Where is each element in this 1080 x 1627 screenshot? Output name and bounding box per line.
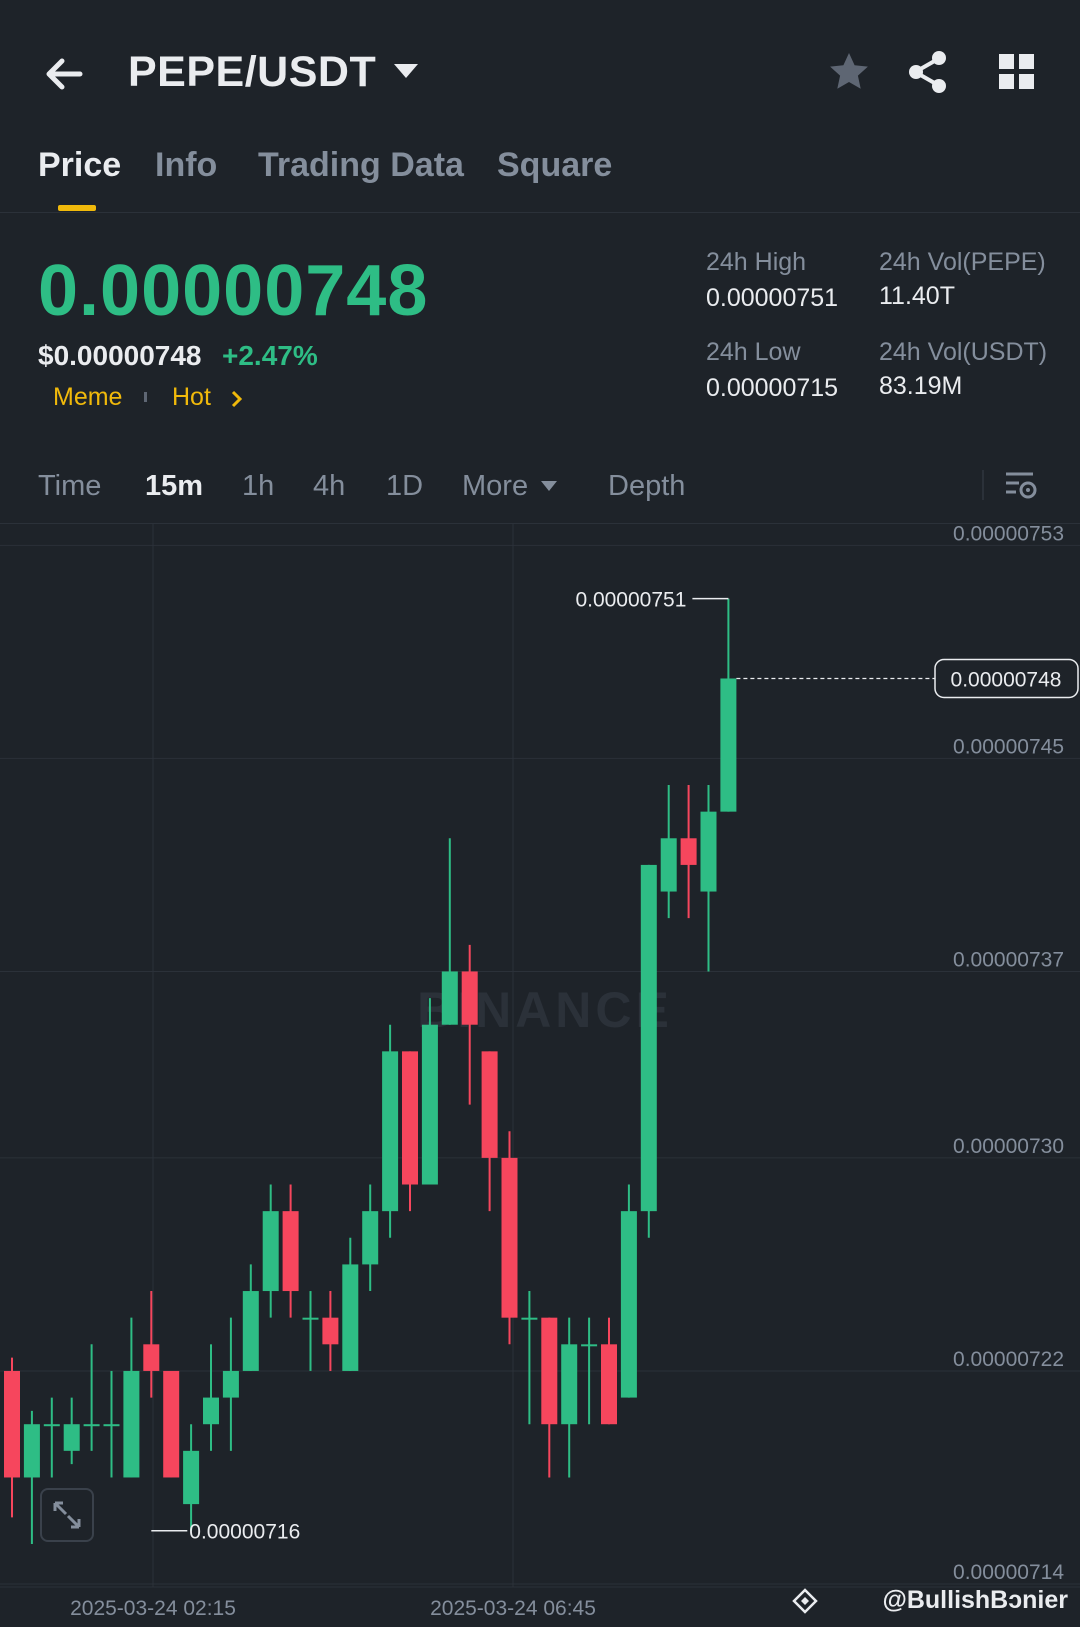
interval-1h[interactable]: 1h	[242, 470, 274, 503]
last-price-badge-label: 0.00000748	[951, 668, 1062, 691]
vol-base-value: 11.40T	[879, 282, 955, 310]
tag-hot[interactable]: Hot	[172, 383, 211, 412]
candle-body	[63, 1424, 80, 1451]
tag-meme[interactable]: Meme	[53, 383, 122, 412]
candle-body	[4, 1370, 20, 1478]
candle-body	[342, 1264, 359, 1371]
tab-square[interactable]: Square	[497, 146, 612, 185]
high-value: 0.00000751	[706, 284, 839, 312]
y-tick-label: 0.00000745	[953, 735, 1064, 758]
candle-body	[680, 838, 697, 865]
interval-more[interactable]: More	[462, 470, 528, 503]
interval-separator	[982, 470, 984, 500]
candle-body	[421, 1024, 438, 1185]
high-label: 24h High	[706, 248, 807, 276]
candle-body	[601, 1344, 617, 1425]
more-caret-icon[interactable]	[541, 481, 557, 491]
tag-separator	[144, 392, 147, 402]
active-tab-indicator	[58, 205, 96, 211]
candle-body	[620, 1211, 637, 1398]
candle-body	[481, 1051, 498, 1158]
tabs-divider	[0, 212, 1080, 213]
candle-body	[362, 1211, 379, 1265]
candle-body	[501, 1157, 518, 1318]
chevron-right-icon[interactable]	[230, 389, 244, 409]
candle-body	[203, 1397, 219, 1425]
change-percent: +2.47%	[222, 340, 318, 371]
watermark-handle: @BullishBɔnier	[882, 1586, 1068, 1614]
share-icon[interactable]	[904, 48, 952, 96]
low-marker-label: 0.00000716	[189, 1521, 300, 1544]
candle-body	[700, 811, 717, 892]
binance-logo-icon	[792, 1588, 818, 1614]
tab-info[interactable]: Info	[155, 146, 217, 185]
usd-price: $0.00000748	[38, 340, 202, 371]
candle-body	[163, 1370, 180, 1478]
candle-body	[242, 1291, 259, 1371]
back-arrow-icon[interactable]	[40, 50, 88, 98]
dropdown-caret-icon[interactable]	[394, 64, 418, 78]
candle-body	[581, 1344, 598, 1347]
candle-body	[720, 678, 737, 812]
candle-body	[322, 1317, 339, 1345]
candle-body	[183, 1450, 200, 1505]
y-tick-label: 0.00000722	[953, 1348, 1064, 1371]
low-value: 0.00000715	[706, 374, 839, 402]
candle-body	[43, 1424, 60, 1427]
candle-body	[262, 1211, 279, 1292]
candle-body	[461, 971, 478, 1025]
top-bar: PEPE/USDT	[0, 0, 1080, 140]
interval-1d[interactable]: 1D	[386, 470, 423, 503]
depth-tab[interactable]: Depth	[608, 470, 685, 503]
candle-body	[282, 1211, 299, 1292]
low-label: 24h Low	[706, 338, 801, 366]
candle-body	[541, 1317, 558, 1425]
y-tick-label: 0.00000737	[953, 948, 1064, 971]
star-icon[interactable]	[825, 48, 873, 96]
high-marker-label: 0.00000751	[575, 589, 686, 612]
chart-settings-icon[interactable]	[1003, 468, 1039, 504]
candle-body	[382, 1051, 399, 1212]
vol-quote-value: 83.19M	[879, 372, 963, 400]
candle-body	[402, 1051, 418, 1185]
x-tick-label: 2025-03-24 06:45	[430, 1597, 596, 1620]
candle-body	[561, 1344, 578, 1425]
candle-body	[521, 1317, 538, 1320]
candle-body	[222, 1370, 239, 1398]
candle-body	[143, 1344, 160, 1371]
expand-chart-button[interactable]	[40, 1488, 94, 1542]
pair-selector[interactable]: PEPE/USDT	[128, 48, 376, 97]
tab-price[interactable]: Price	[38, 146, 121, 185]
vol-base-label: 24h Vol(PEPE)	[879, 248, 1046, 276]
last-price: 0.00000748	[38, 251, 429, 331]
x-tick-label: 2025-03-24 02:15	[70, 1597, 236, 1620]
expand-icon	[53, 1501, 81, 1529]
tab-trading-data[interactable]: Trading Data	[258, 146, 464, 185]
candle-body	[660, 838, 677, 892]
y-tick-label: 0.00000730	[953, 1135, 1064, 1158]
candle-body	[23, 1424, 40, 1478]
y-tick-label: 0.00000753	[953, 524, 1064, 545]
grid-menu-icon[interactable]	[993, 48, 1041, 96]
vol-quote-label: 24h Vol(USDT)	[879, 338, 1048, 366]
y-tick-label: 0.00000714	[953, 1561, 1064, 1584]
candle-body	[103, 1424, 120, 1427]
interval-time[interactable]: Time	[38, 470, 101, 503]
candle-body	[123, 1370, 140, 1478]
candle-body	[441, 971, 458, 1025]
candle-body	[83, 1424, 100, 1427]
candle-body	[302, 1317, 319, 1320]
interval-4h[interactable]: 4h	[313, 470, 345, 503]
interval-15m[interactable]: 15m	[145, 470, 203, 503]
candle-body	[640, 864, 657, 1212]
candlestick-chart[interactable]: 0.00000753 0.00000745 0.00000737 0.00000730…	[0, 524, 1080, 1627]
